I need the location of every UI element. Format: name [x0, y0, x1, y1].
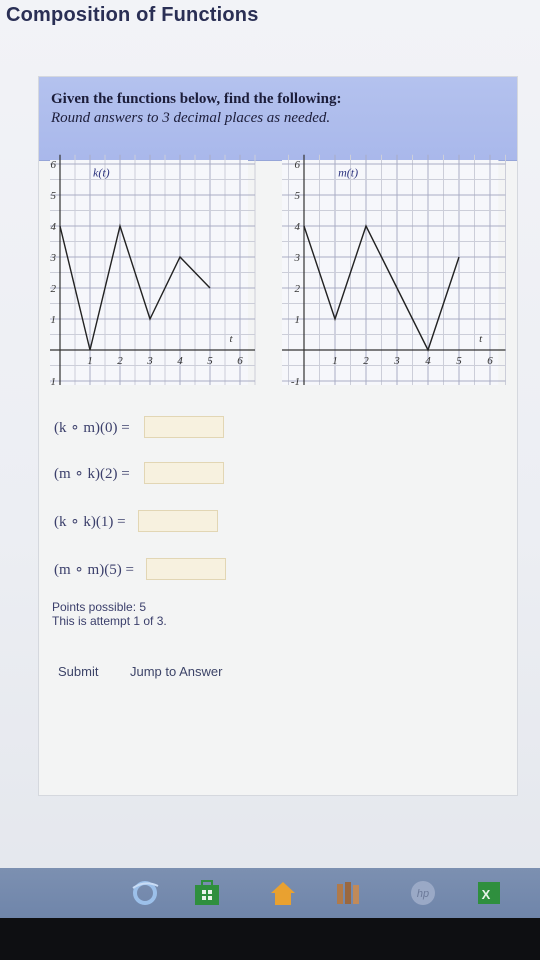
x-tick-label: 6 [487, 355, 493, 367]
x-tick-label: 1 [87, 355, 93, 367]
x-tick-label: 3 [146, 355, 153, 367]
x-tick-label: 4 [425, 355, 431, 367]
x-tick-label: 3 [393, 355, 400, 367]
jump-to-answer-button[interactable]: Jump to Answer [130, 664, 223, 679]
y-tick-label: 4 [295, 221, 301, 233]
y-tick-label: 1 [51, 314, 57, 326]
store-icon[interactable] [192, 878, 222, 908]
hp-icon[interactable]: hp [408, 878, 438, 908]
graph-k: 654321-1-1123456tk(t) [50, 154, 256, 385]
y-tick-label: 4 [51, 221, 57, 233]
instruction-text: Given the functions below, find the foll… [51, 91, 342, 107]
question-part-4: (m ∘ m)(5) = [54, 557, 226, 581]
y-tick-label: 6 [295, 159, 301, 171]
part-expression: (k ∘ k)(1) = [54, 513, 126, 530]
page-title: Composition of Functions [6, 4, 259, 26]
x-tick-label: 2 [117, 355, 123, 367]
y-tick-label: 2 [51, 283, 57, 295]
x-tick-label: 5 [207, 355, 213, 367]
x-tick-label: 2 [363, 355, 369, 367]
home-icon[interactable] [268, 878, 298, 908]
rounding-instruction: Round answers to 3 decimal places as nee… [51, 110, 331, 126]
question-part-2: (m ∘ k)(2) = [54, 461, 224, 485]
part-expression: (m ∘ m)(5) = [54, 561, 134, 578]
function-label: m(t) [338, 165, 358, 179]
function-label: k(t) [93, 165, 110, 179]
graph-m: 654321-1-1123456tm(t) [282, 154, 506, 385]
answer-input-m-of-k-2[interactable] [143, 462, 224, 484]
submit-button[interactable]: Submit [58, 664, 98, 679]
y-tick-label: 5 [295, 190, 301, 202]
question-part-3: (k ∘ k)(1) = [54, 509, 218, 533]
attempt-info: This is attempt 1 of 3. [52, 614, 167, 628]
answer-input-k-of-k-1[interactable] [137, 510, 218, 532]
screen-bezel [0, 918, 540, 960]
library-icon[interactable] [334, 878, 364, 908]
x-tick-label: 6 [237, 355, 243, 367]
y-tick-label: 1 [295, 314, 301, 326]
points-possible: Points possible: 5 [52, 600, 147, 614]
y-tick-label: 5 [51, 190, 57, 202]
x-tick-label: 1 [332, 355, 338, 367]
y-tick-label: -1 [291, 376, 300, 385]
points-info: Points possible: 5 This is attempt 1 of … [52, 600, 167, 628]
y-tick-label: 3 [50, 252, 57, 264]
y-tick-label: 3 [294, 252, 301, 264]
ie-icon[interactable] [130, 878, 160, 908]
question-part-1: (k ∘ m)(0) = [54, 415, 224, 439]
y-tick-label: 2 [295, 283, 301, 295]
part-expression: (m ∘ k)(2) = [54, 465, 130, 482]
x-tick-label: 5 [456, 355, 462, 367]
answer-input-m-of-m-5[interactable] [145, 558, 226, 580]
taskbar: hp X [0, 868, 540, 918]
x-tick-label: 4 [177, 355, 183, 367]
question-header: Given the functions below, find the foll… [39, 77, 517, 161]
answer-input-k-of-m-0[interactable] [143, 416, 224, 438]
excel-label: X [482, 887, 491, 902]
excel-icon[interactable]: X [474, 878, 504, 908]
part-expression: (k ∘ m)(0) = [54, 419, 130, 436]
y-tick-label: 6 [51, 159, 57, 171]
y-tick-label: -1 [50, 376, 56, 385]
svg-text:hp: hp [417, 888, 429, 900]
